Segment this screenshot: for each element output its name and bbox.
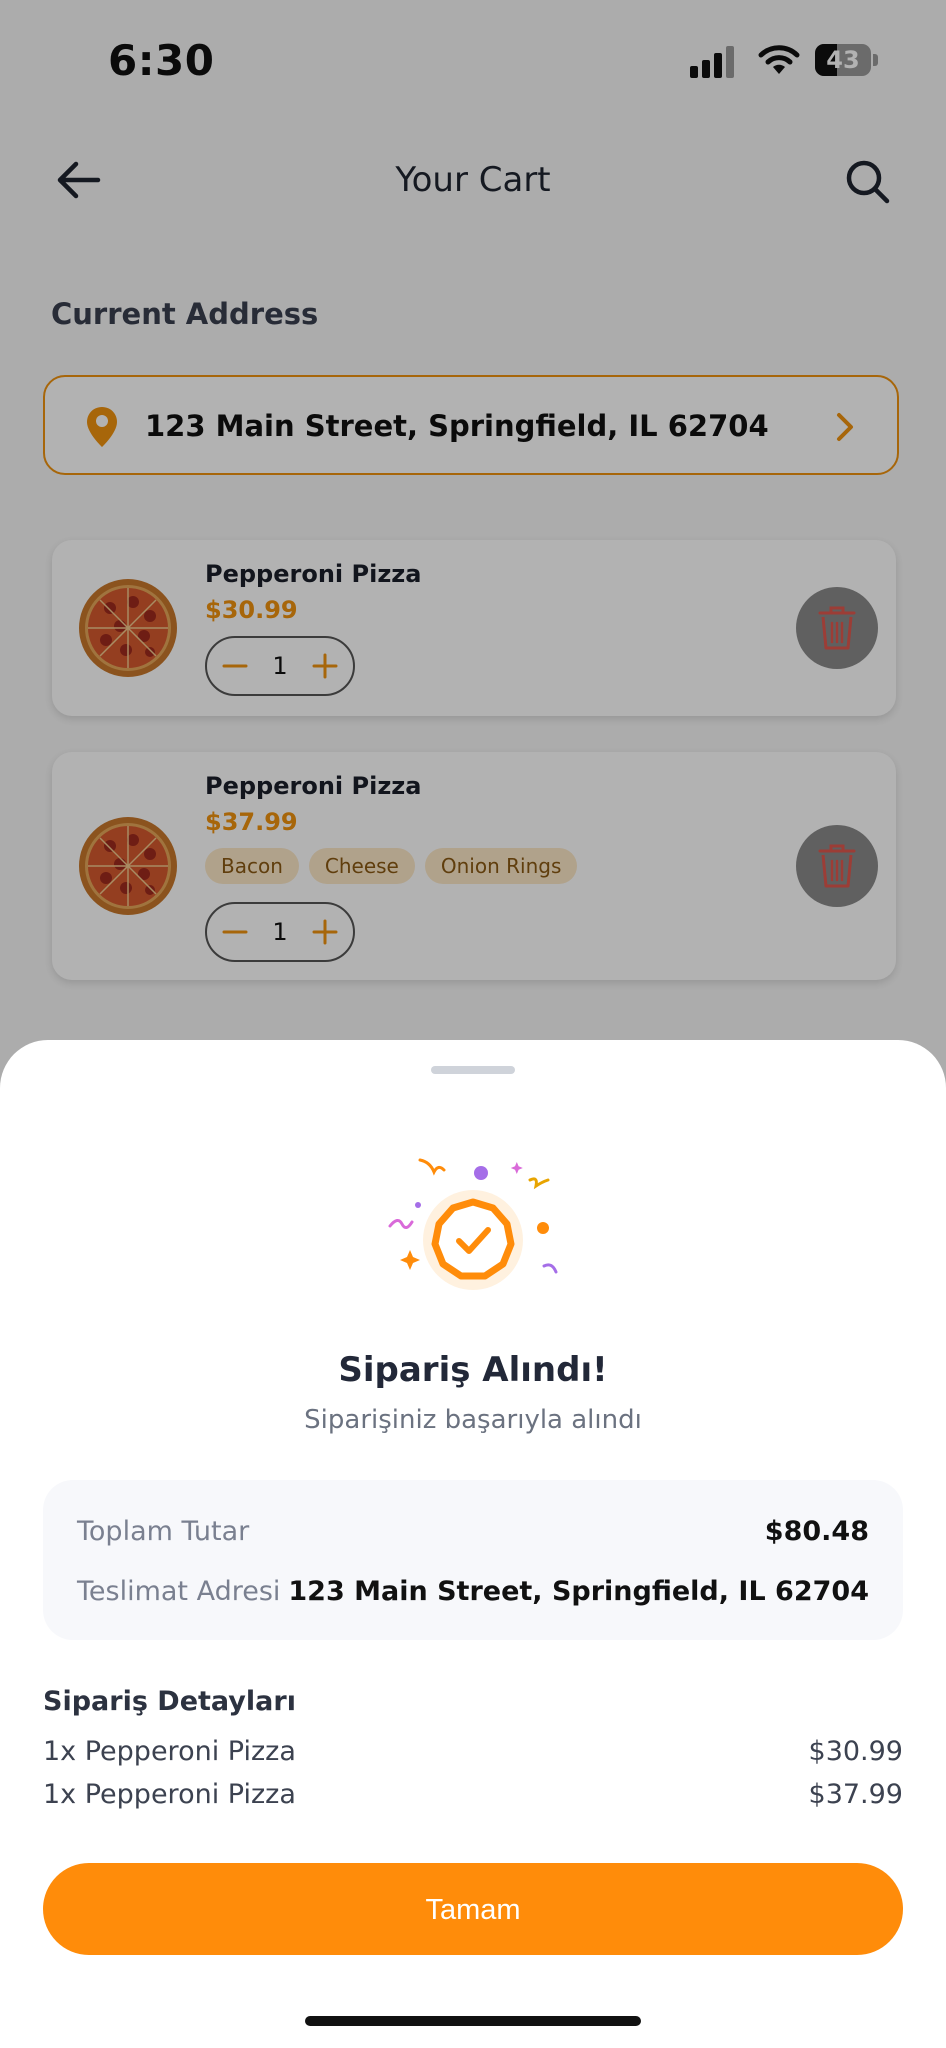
home-indicator[interactable] [305, 2016, 641, 2026]
detail-item-name: 1x Pepperoni Pizza [43, 1779, 296, 1810]
order-details-title: Sipariş Detayları [43, 1686, 296, 1717]
delivery-address-value: 123 Main Street, Springfield, IL 62704 [288, 1576, 869, 1607]
detail-item-price: $30.99 [808, 1736, 903, 1767]
ok-button-label: Tamam [425, 1894, 521, 1926]
order-summary-box: Toplam Tutar $80.48 Teslimat Adresi 123 … [43, 1480, 903, 1640]
confirmation-title: Sipariş Alındı! [338, 1350, 608, 1390]
ok-button[interactable]: Tamam [43, 1863, 903, 1955]
total-label: Toplam Tutar [77, 1516, 250, 1547]
order-confirmation-sheet: Sipariş Alındı! Siparişiniz başarıyla al… [0, 1040, 946, 2048]
detail-item-price: $37.99 [808, 1779, 903, 1810]
delivery-address-label: Teslimat Adresi [77, 1576, 281, 1607]
detail-item-name: 1x Pepperoni Pizza [43, 1736, 296, 1767]
confirmation-subtitle: Siparişiniz başarıyla alındı [304, 1405, 642, 1435]
total-value: $80.48 [764, 1516, 869, 1547]
success-badge-icon [380, 1150, 566, 1300]
sheet-grabber[interactable] [431, 1066, 515, 1074]
